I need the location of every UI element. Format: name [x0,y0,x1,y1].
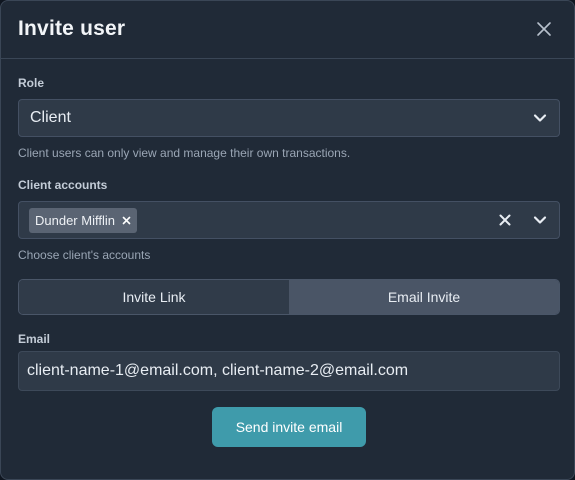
chevron-down-icon[interactable] [533,113,547,123]
invite-user-modal: Invite user Role Client Client users can… [0,0,575,480]
role-selected-value: Client [30,109,71,126]
clear-selection-icon[interactable] [499,214,511,226]
invite-type-tabs: Invite Link Email Invite [18,279,560,315]
client-accounts-label: Client accounts [18,178,108,192]
role-helper-text: Client users can only view and manage th… [18,146,351,160]
send-invite-email-button[interactable]: Send invite email [212,407,366,447]
email-input[interactable] [18,351,560,391]
modal-header: Invite user [1,1,574,59]
tab-invite-link[interactable]: Invite Link [19,280,289,314]
modal-title: Invite user [18,17,126,40]
tab-email-invite[interactable]: Email Invite [289,280,559,314]
close-icon[interactable] [536,21,552,37]
client-accounts-helper-text: Choose client's accounts [18,248,151,262]
chevron-down-icon[interactable] [533,215,547,225]
remove-chip-icon[interactable] [122,216,131,225]
client-accounts-select[interactable]: Dunder Mifflin [18,201,560,239]
email-label: Email [18,332,51,346]
account-chip-dunder-mifflin: Dunder Mifflin [29,208,137,233]
role-label: Role [18,76,45,90]
account-chip-label: Dunder Mifflin [35,213,115,228]
role-select[interactable]: Client [18,99,560,137]
